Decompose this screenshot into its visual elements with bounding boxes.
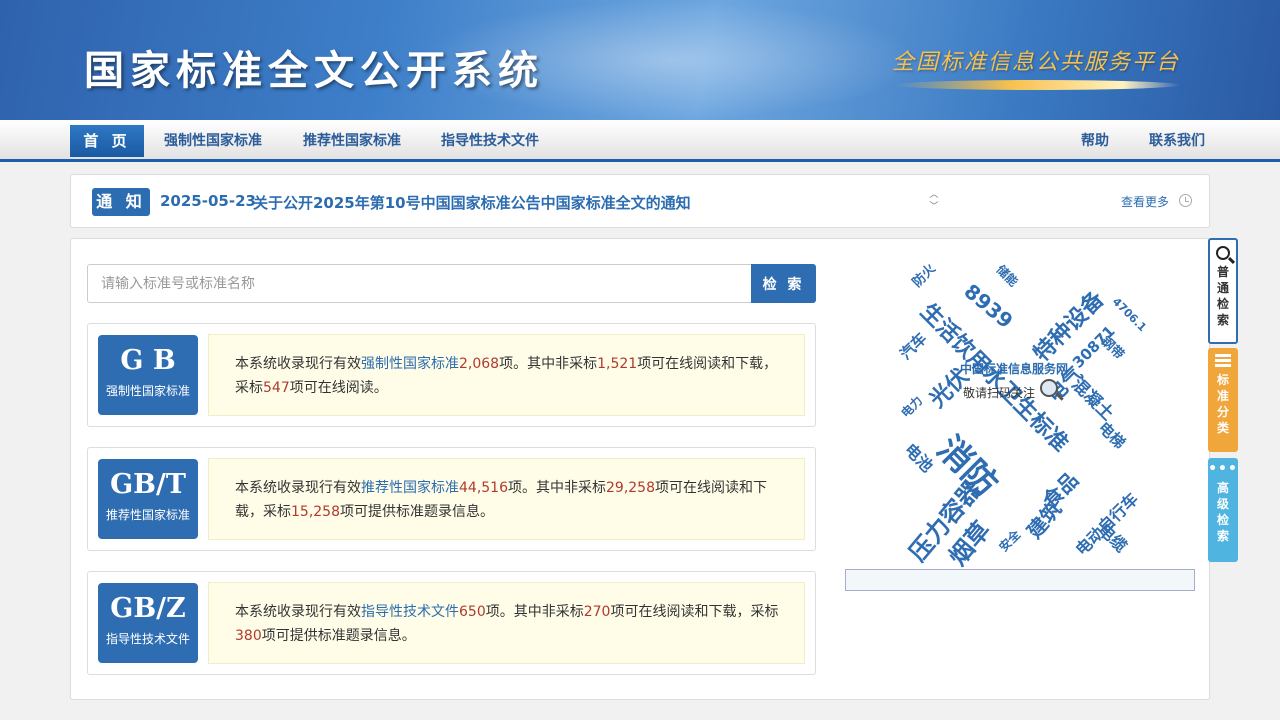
- cloud-word[interactable]: 安全: [995, 526, 1024, 555]
- badge-sub: 推荐性国家标准: [105, 508, 190, 522]
- chevron-down-icon[interactable]: ﹀: [929, 202, 938, 212]
- desc-text: 项。其中非采标: [499, 356, 598, 372]
- notice-more-link[interactable]: 查看更多: [1121, 193, 1169, 210]
- nav-contact[interactable]: 联系我们: [1149, 125, 1205, 157]
- notice-link[interactable]: 关于公开2025年第10号中国国家标准公告中国家标准全文的通知: [253, 192, 691, 213]
- gbt-badge[interactable]: GB/T 推荐性国家标准: [98, 459, 198, 539]
- cloud-word[interactable]: 汽车: [895, 328, 931, 364]
- cloud-word[interactable]: 电池: [900, 437, 940, 477]
- badge-sub: 强制性国家标准: [105, 384, 190, 398]
- badge-sub: 指导性技术文件: [105, 632, 190, 646]
- desc-text: 项可在线阅读。: [289, 380, 388, 396]
- notice-bar: 通 知 2025-05-23 关于公开2025年第10号中国国家标准公告中国家标…: [70, 174, 1210, 228]
- qr-title: 中国标准信息服务网: [960, 362, 1069, 376]
- chevron-up-icon[interactable]: ︿: [929, 190, 938, 200]
- more-dots-icon: •••: [1208, 461, 1238, 477]
- desc-text: 项。其中非采标: [485, 604, 584, 620]
- main-panel: 检 索 G B 强制性国家标准 本系统收录现行有效强制性国家标准2,068项。其…: [70, 238, 1210, 700]
- qr-caption: 敬请扫码关注: [963, 386, 1036, 400]
- nav-mandatory[interactable]: 强制性国家标准: [164, 125, 262, 157]
- notice-date: 2025-05-23: [160, 192, 256, 210]
- desc-link[interactable]: 强制性国家标准: [361, 356, 459, 372]
- side-tab-label: 高级检索: [1216, 481, 1229, 543]
- keyword-cloud: 防火 储能 8939 特种设备 4706.1 汽车 生活饮用水卫生标准 3087…: [847, 253, 1195, 573]
- desc-count: 547: [263, 380, 290, 396]
- desc-text: 项可提供标准题录信息。: [261, 628, 416, 644]
- nav-home[interactable]: 首 页: [70, 125, 144, 157]
- card-description: 本系统收录现行有效指导性技术文件650项。其中非采标270项可在线阅读和下载，采…: [208, 582, 805, 664]
- gbz-card: GB/Z 指导性技术文件 本系统收录现行有效指导性技术文件650项。其中非采标2…: [87, 571, 816, 675]
- gbz-badge[interactable]: GB/Z 指导性技术文件: [98, 583, 198, 663]
- site-title: 国家标准全文公开系统: [84, 48, 544, 94]
- card-description: 本系统收录现行有效强制性国家标准2,068项。其中非采标1,521项可在线阅读和…: [208, 334, 805, 416]
- badge-code: G B: [120, 345, 176, 376]
- desc-link[interactable]: 推荐性国家标准: [361, 480, 459, 496]
- search-icon: [1216, 246, 1230, 260]
- badge-code: GB/Z: [110, 593, 186, 624]
- nav-guidance[interactable]: 指导性技术文件: [441, 125, 539, 157]
- desc-text: 项可提供标准题录信息。: [340, 504, 494, 520]
- side-tab-basic-search[interactable]: 普通检索: [1208, 238, 1238, 344]
- desc-count: 29,258: [606, 480, 655, 496]
- platform-slogan: 全国标准信息公共服务平台: [892, 50, 1181, 75]
- magnifier-icon: [1040, 379, 1058, 397]
- desc-count: 650: [459, 604, 486, 620]
- desc-text: 本系统收录现行有效: [235, 356, 361, 372]
- gbt-card: GB/T 推荐性国家标准 本系统收录现行有效推荐性国家标准44,516项。其中非…: [87, 447, 816, 551]
- notice-scroll-arrows[interactable]: ︿ ﹀: [927, 189, 941, 213]
- desc-count: 270: [583, 604, 611, 620]
- side-tab-label: 标准分类: [1216, 373, 1229, 435]
- side-tab-advanced-search[interactable]: ••• 高级检索: [1208, 458, 1238, 562]
- qr-code-area: [845, 569, 1195, 591]
- desc-link[interactable]: 指导性技术文件: [361, 604, 459, 620]
- desc-count: 44,516: [459, 480, 508, 496]
- desc-count: 15,258: [291, 504, 340, 520]
- search-input[interactable]: [87, 264, 752, 303]
- desc-text: 项。其中非采标: [508, 480, 606, 496]
- search-button[interactable]: 检 索: [751, 264, 816, 303]
- gb-card: G B 强制性国家标准 本系统收录现行有效强制性国家标准2,068项。其中非采标…: [87, 323, 816, 427]
- notice-tag: 通 知: [92, 188, 150, 216]
- cloud-word[interactable]: 防火: [907, 259, 939, 290]
- desc-count: 1,521: [597, 356, 638, 372]
- desc-count: 380: [235, 628, 262, 644]
- desc-text: 本系统收录现行有效: [235, 604, 361, 620]
- side-tab-label: 普通检索: [1216, 265, 1229, 327]
- desc-count: 2,068: [459, 356, 500, 372]
- cloud-word[interactable]: 电梯: [1094, 417, 1130, 453]
- clock-icon: [1179, 194, 1192, 207]
- cloud-word[interactable]: 4706.1: [1110, 295, 1149, 334]
- cloud-word[interactable]: 储能: [993, 261, 1022, 290]
- cloud-word[interactable]: 电力: [897, 392, 926, 421]
- desc-text: 本系统收录现行有效: [235, 480, 361, 496]
- badge-code: GB/T: [110, 469, 186, 500]
- cloud-word[interactable]: 混凝土: [1067, 371, 1121, 425]
- slogan-swoosh: [895, 80, 1180, 90]
- nav-recommended[interactable]: 推荐性国家标准: [303, 125, 401, 157]
- nav-help[interactable]: 帮助: [1081, 125, 1109, 157]
- gb-badge[interactable]: G B 强制性国家标准: [98, 335, 198, 415]
- side-tab-classification[interactable]: 标准分类: [1208, 348, 1238, 452]
- header-banner: 国家标准全文公开系统 全国标准信息公共服务平台: [0, 0, 1280, 120]
- list-icon: [1215, 354, 1231, 368]
- desc-text: 项可在线阅读和下载，采标: [610, 604, 779, 620]
- main-nav: 首 页 强制性国家标准 推荐性国家标准 指导性技术文件 帮助 联系我们: [0, 120, 1280, 162]
- card-description: 本系统收录现行有效推荐性国家标准44,516项。其中非采标29,258项可在线阅…: [208, 458, 805, 540]
